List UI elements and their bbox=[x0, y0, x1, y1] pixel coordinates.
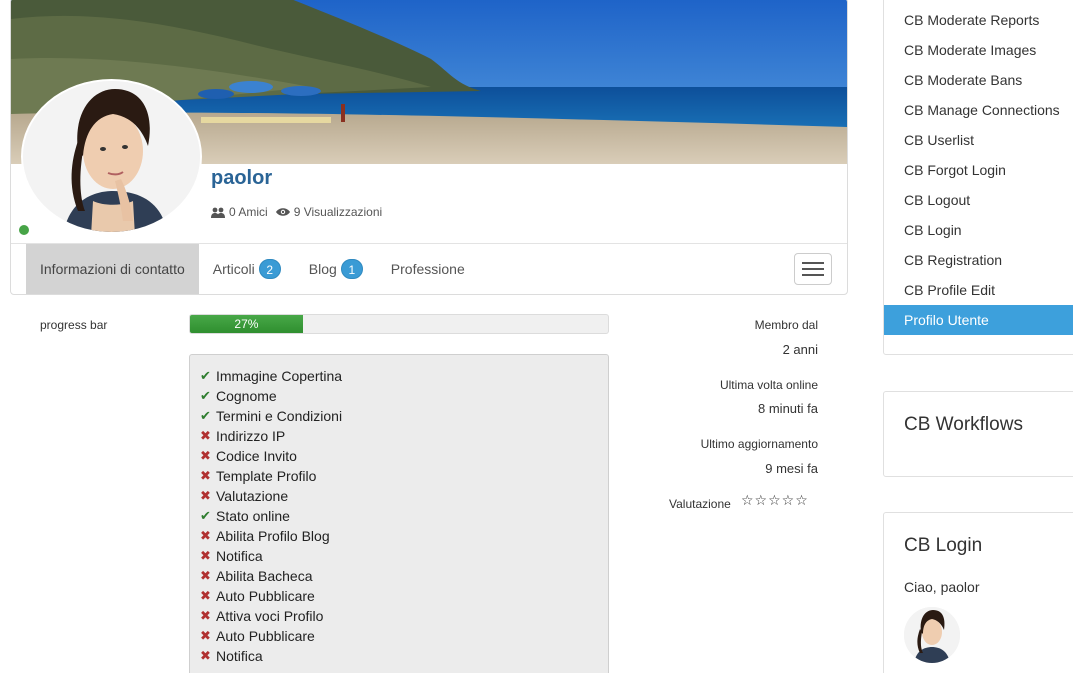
member-since-label: Membro dal bbox=[754, 318, 818, 332]
avatar[interactable] bbox=[21, 79, 202, 234]
blog-count-badge: 1 bbox=[340, 259, 363, 279]
checklist-item: ✖ Auto Pubblicare bbox=[200, 626, 608, 646]
checklist-item: ✖ Notifica bbox=[200, 646, 608, 666]
sidebar-item-cb-userlist[interactable]: CB Userlist bbox=[884, 125, 1073, 155]
tab-label: Articoli bbox=[212, 261, 255, 277]
progress-label: progress bar bbox=[40, 318, 108, 332]
friends-count[interactable]: 0 Amici bbox=[229, 205, 268, 219]
tab-professione[interactable]: Professione bbox=[377, 244, 479, 294]
widget-title: CB Workflows bbox=[904, 414, 1023, 435]
checklist-item-label: Immagine Copertina bbox=[216, 368, 343, 384]
login-avatar[interactable] bbox=[904, 607, 960, 663]
sidebar-item-profilo-utente[interactable]: Profilo Utente bbox=[884, 305, 1073, 335]
sidebar-menu: CB Moderate Reports CB Moderate Images CB … bbox=[883, 0, 1073, 355]
tab-label: Blog bbox=[308, 261, 337, 277]
views-count: 9 Visualizzazioni bbox=[293, 205, 383, 219]
checklist-item: ✖ Template Profilo bbox=[200, 466, 608, 486]
cross-icon: ✖ bbox=[200, 528, 211, 543]
checklist-item-label: Cognome bbox=[216, 388, 277, 404]
checklist-item: ✖ Attiva voci Profilo bbox=[200, 606, 608, 626]
checklist-item: ✖ Auto Pubblicare bbox=[200, 586, 608, 606]
tab-label: Informazioni di contatto bbox=[40, 261, 185, 277]
checklist-item-label: Indirizzo IP bbox=[216, 428, 286, 444]
checklist-item: ✖ Abilita Profilo Blog bbox=[200, 526, 608, 546]
checklist-item-label: Template Profilo bbox=[216, 468, 317, 484]
checklist-item-label: Auto Pubblicare bbox=[216, 628, 315, 644]
checklist-item-label: Termini e Condizioni bbox=[216, 408, 343, 424]
cross-icon: ✖ bbox=[200, 608, 211, 623]
cross-icon: ✖ bbox=[200, 448, 211, 463]
sidebar-item-cb-logout[interactable]: CB Logout bbox=[884, 185, 1073, 215]
checklist-item-label: Stato online bbox=[216, 508, 290, 524]
cross-icon: ✖ bbox=[200, 428, 211, 443]
tab-articoli[interactable]: Articoli 2 bbox=[199, 244, 295, 294]
progress-fill: 27% bbox=[190, 315, 303, 333]
last-update-value: 9 mesi fa bbox=[765, 461, 818, 476]
checklist-item-label: Attiva voci Profilo bbox=[216, 608, 324, 624]
last-update-label: Ultimo aggiornamento bbox=[700, 437, 818, 451]
last-online-value: 8 minuti fa bbox=[758, 401, 818, 416]
sidebar-item-cb-moderate-images[interactable]: CB Moderate Images bbox=[884, 35, 1073, 65]
articoli-count-badge: 2 bbox=[258, 259, 281, 279]
checklist-item: ✔ Stato online bbox=[200, 506, 608, 526]
last-online-label: Ultima volta online bbox=[719, 378, 818, 392]
checklist-item-label: Abilita Bacheca bbox=[216, 568, 313, 584]
tab-blog[interactable]: Blog 1 bbox=[295, 244, 377, 294]
cross-icon: ✖ bbox=[200, 568, 211, 583]
checklist-item-label: Notifica bbox=[216, 648, 263, 664]
checklist-item: ✔ Termini e Condizioni bbox=[200, 406, 608, 426]
checklist-item-label: Notifica bbox=[216, 548, 263, 564]
checklist-item-label: Codice Invito bbox=[216, 448, 297, 464]
checklist-item: ✔ Immagine Copertina bbox=[200, 366, 608, 386]
rating-label: Valutazione bbox=[669, 497, 731, 511]
profile-tabs: Informazioni di contatto Articoli 2 Blog… bbox=[26, 244, 479, 294]
online-status-indicator bbox=[17, 223, 31, 237]
checklist-item: ✔ Cognome bbox=[200, 386, 608, 406]
cross-icon: ✖ bbox=[200, 628, 211, 643]
sidebar-item-cb-moderate-reports[interactable]: CB Moderate Reports bbox=[884, 5, 1073, 35]
rating-stars[interactable]: ☆☆☆☆☆ bbox=[741, 492, 809, 509]
cross-icon: ✖ bbox=[200, 548, 211, 563]
member-since-value: 2 anni bbox=[782, 342, 818, 357]
checklist-item: ✖ Valutazione bbox=[200, 486, 608, 506]
checklist-item: ✖ Notifica bbox=[200, 546, 608, 566]
cross-icon: ✖ bbox=[200, 648, 211, 663]
check-icon: ✔ bbox=[200, 508, 211, 523]
cross-icon: ✖ bbox=[200, 588, 211, 603]
widget-title: CB Login bbox=[904, 535, 983, 556]
checklist-item: ✖ Indirizzo IP bbox=[200, 426, 608, 446]
profile-card: paolor 0 Amici 9 Visualizzazioni Informa… bbox=[10, 0, 848, 295]
menu-toggle-button[interactable] bbox=[794, 253, 832, 285]
checklist-item-label: Auto Pubblicare bbox=[216, 588, 315, 604]
eye-icon bbox=[275, 208, 290, 216]
profile-progress-bar: 27% bbox=[189, 314, 609, 334]
sidebar-item-cb-manage-connections[interactable]: CB Manage Connections bbox=[884, 95, 1073, 125]
sidebar-item-cb-login[interactable]: CB Login bbox=[884, 215, 1073, 245]
cb-login-widget: CB Login Ciao, paolor bbox=[883, 512, 1073, 673]
users-icon bbox=[211, 207, 225, 218]
cross-icon: ✖ bbox=[200, 488, 211, 503]
profile-completion-checklist: ✔ Immagine Copertina ✔ Cognome ✔ Termini e Co… bbox=[189, 354, 609, 673]
sidebar-item-cb-moderate-bans[interactable]: CB Moderate Bans bbox=[884, 65, 1073, 95]
hamburger-icon bbox=[802, 262, 824, 264]
sidebar-item-cb-forgot-login[interactable]: CB Forgot Login bbox=[884, 155, 1073, 185]
checklist-item-label: Abilita Profilo Blog bbox=[216, 528, 330, 544]
sidebar-item-cb-profile-edit[interactable]: CB Profile Edit bbox=[884, 275, 1073, 305]
profile-stats: 0 Amici 9 Visualizzazioni bbox=[211, 205, 382, 219]
login-greeting: Ciao, paolor bbox=[904, 579, 980, 595]
hamburger-icon-bar bbox=[802, 268, 824, 270]
checklist-item-label: Valutazione bbox=[216, 488, 289, 504]
check-icon: ✔ bbox=[200, 368, 211, 383]
checklist-item: ✖ Abilita Bacheca bbox=[200, 566, 608, 586]
cb-workflows-widget: CB Workflows bbox=[883, 391, 1073, 477]
profile-username[interactable]: paolor bbox=[211, 167, 272, 190]
hamburger-icon-bar bbox=[802, 274, 824, 276]
check-icon: ✔ bbox=[200, 408, 211, 423]
checklist-item: ✖ Codice Invito bbox=[200, 446, 608, 466]
tab-informazioni-di-contatto[interactable]: Informazioni di contatto bbox=[26, 244, 199, 294]
tab-label: Professione bbox=[390, 261, 465, 277]
sidebar-item-cb-registration[interactable]: CB Registration bbox=[884, 245, 1073, 275]
cross-icon: ✖ bbox=[200, 468, 211, 483]
check-icon: ✔ bbox=[200, 388, 211, 403]
